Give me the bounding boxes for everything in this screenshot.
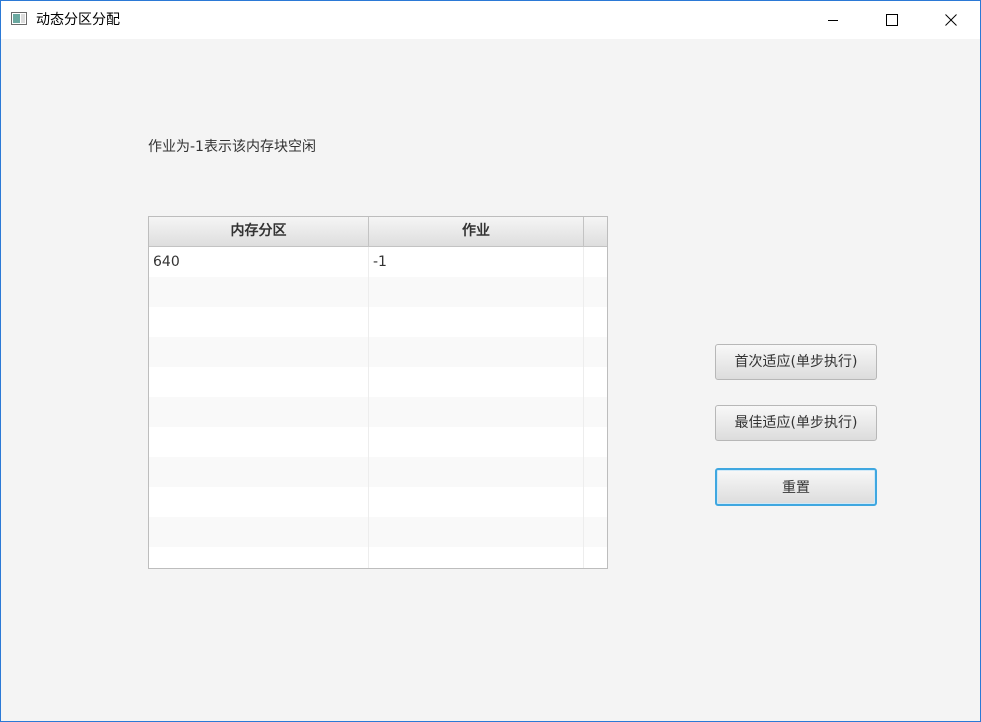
title-bar[interactable]: 动态分区分配 — [1, 1, 980, 39]
cell-filler — [584, 547, 607, 568]
cell-partition — [149, 487, 369, 517]
cell-job — [369, 307, 584, 337]
table-row[interactable] — [149, 367, 607, 397]
app-icon — [11, 12, 27, 25]
cell-job — [369, 517, 584, 547]
table-row[interactable] — [149, 517, 607, 547]
cell-filler — [584, 517, 607, 547]
cell-partition: 640 — [149, 247, 369, 277]
reset-button[interactable]: 重置 — [715, 468, 877, 506]
cell-filler — [584, 367, 607, 397]
minimize-button[interactable] — [804, 1, 862, 39]
cell-filler — [584, 307, 607, 337]
close-button[interactable] — [922, 1, 980, 39]
app-window: 动态分区分配 作业为-1表示该内存块空闲 内存分区 作业 640 -1 首次适应… — [0, 0, 981, 722]
table-row[interactable] — [149, 397, 607, 427]
cell-job — [369, 397, 584, 427]
cell-filler — [584, 397, 607, 427]
cell-job — [369, 367, 584, 397]
maximize-button[interactable] — [863, 1, 921, 39]
cell-partition — [149, 337, 369, 367]
table-row[interactable] — [149, 547, 607, 568]
cell-job — [369, 487, 584, 517]
cell-job — [369, 337, 584, 367]
first-fit-button[interactable]: 首次适应(单步执行) — [715, 344, 877, 380]
table-row[interactable] — [149, 307, 607, 337]
window-title: 动态分区分配 — [36, 12, 120, 28]
table-body: 640 -1 — [149, 247, 607, 568]
cell-job — [369, 277, 584, 307]
main-content: 作业为-1表示该内存块空闲 内存分区 作业 640 -1 首次适应(单步执行) 最… — [1, 39, 980, 721]
table-header: 内存分区 作业 — [149, 217, 607, 247]
table-row[interactable] — [149, 427, 607, 457]
memory-table[interactable]: 内存分区 作业 640 -1 — [148, 216, 608, 569]
cell-partition — [149, 457, 369, 487]
cell-filler — [584, 457, 607, 487]
cell-filler — [584, 427, 607, 457]
close-icon — [945, 14, 957, 26]
cell-partition — [149, 307, 369, 337]
cell-partition — [149, 517, 369, 547]
cell-job — [369, 547, 584, 568]
column-header-job[interactable]: 作业 — [369, 217, 584, 246]
column-header-filler — [584, 217, 607, 246]
table-row[interactable] — [149, 487, 607, 517]
cell-partition — [149, 547, 369, 568]
cell-partition — [149, 397, 369, 427]
best-fit-button[interactable]: 最佳适应(单步执行) — [715, 405, 877, 441]
cell-partition — [149, 427, 369, 457]
maximize-icon — [886, 14, 898, 26]
table-row[interactable] — [149, 277, 607, 307]
cell-filler — [584, 487, 607, 517]
table-row[interactable] — [149, 337, 607, 367]
cell-partition — [149, 277, 369, 307]
table-row[interactable]: 640 -1 — [149, 247, 607, 277]
minimize-icon — [828, 20, 838, 21]
cell-partition — [149, 367, 369, 397]
cell-job: -1 — [369, 247, 584, 277]
table-row[interactable] — [149, 457, 607, 487]
cell-job — [369, 427, 584, 457]
hint-label: 作业为-1表示该内存块空闲 — [148, 139, 316, 155]
cell-job — [369, 457, 584, 487]
cell-filler — [584, 337, 607, 367]
cell-filler — [584, 277, 607, 307]
cell-filler — [584, 247, 607, 277]
column-header-partition[interactable]: 内存分区 — [149, 217, 369, 246]
